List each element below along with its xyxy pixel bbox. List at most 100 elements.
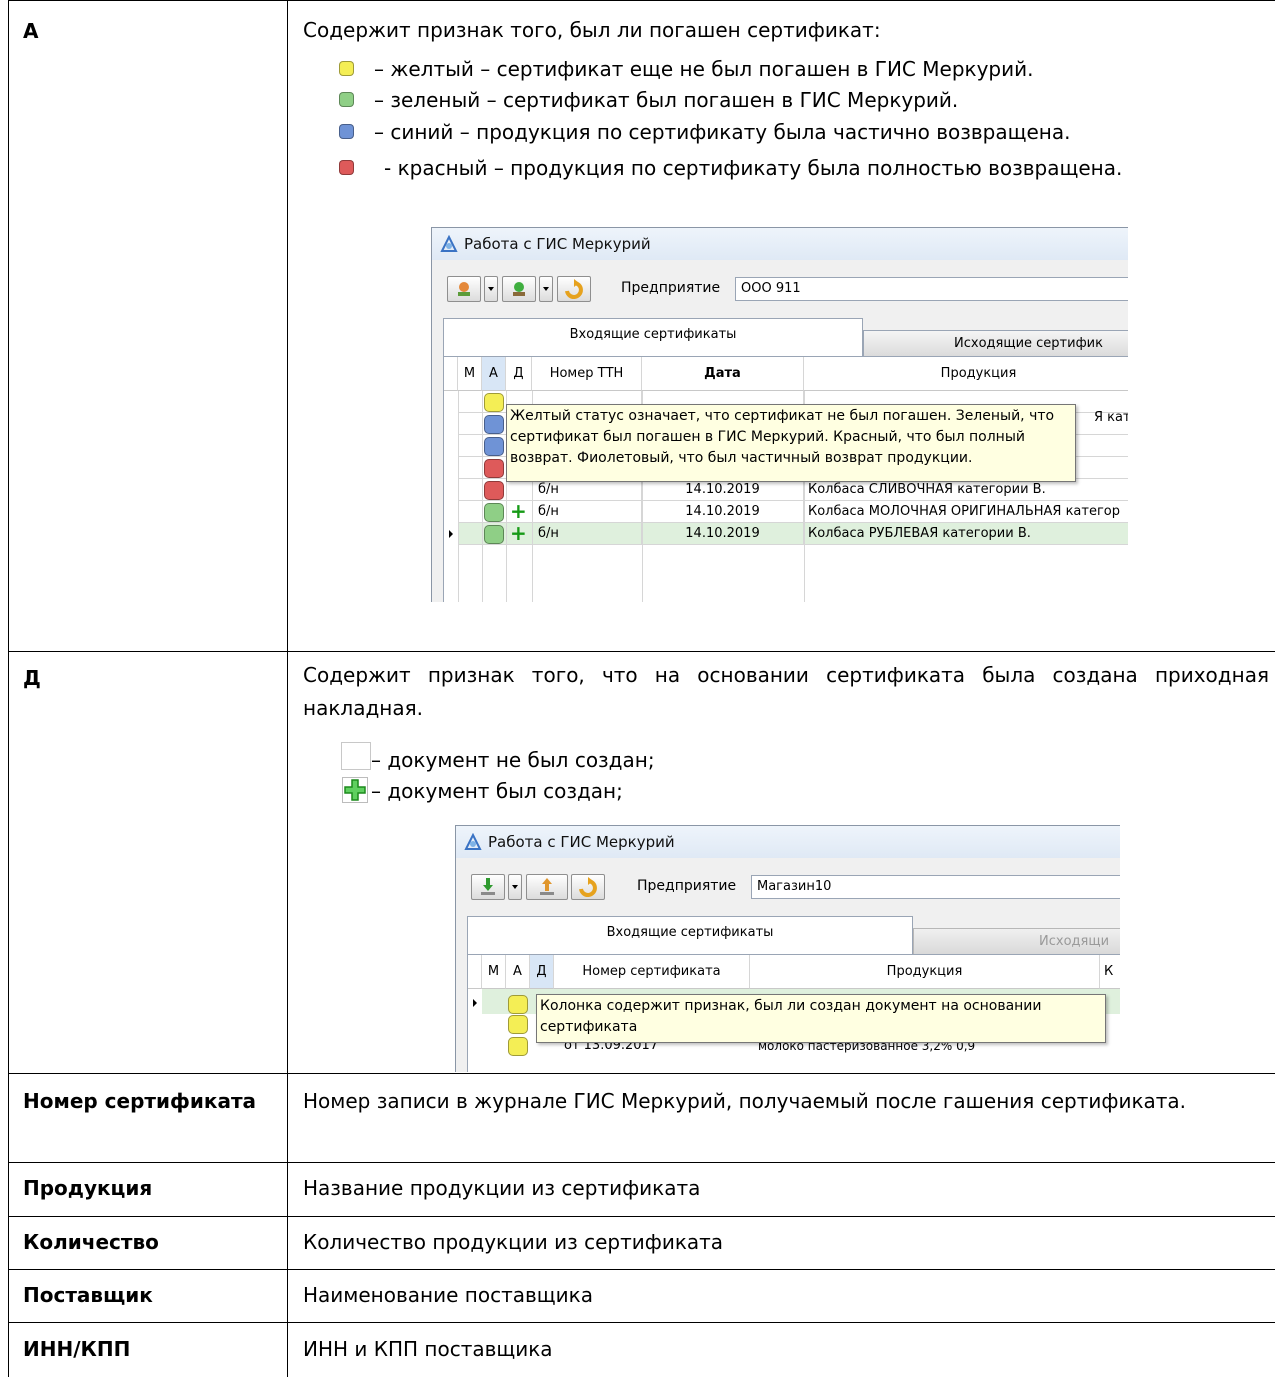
download-button[interactable]: [471, 874, 505, 900]
column-product[interactable]: Продукция: [804, 357, 1128, 391]
term-cell: Д: [8, 651, 288, 1073]
status-red-icon: [484, 459, 504, 478]
enterprise-field[interactable]: ООО 911: [735, 277, 1128, 301]
status-blue-icon: [484, 415, 504, 434]
window-title: Работа с ГИС Меркурий: [464, 235, 651, 253]
status-green-icon: [484, 503, 504, 522]
grid-column-line: [458, 391, 459, 602]
tab-incoming[interactable]: Входящие сертификаты: [443, 318, 863, 356]
product-cell: Колбаса СЛИВОЧНАЯ категории В.: [804, 479, 1128, 501]
current-row-marker: [449, 530, 453, 538]
desc-cell: ИНН и КПП поставщика: [288, 1322, 1275, 1377]
desc-cell: Содержит признак того, был ли погашен се…: [288, 0, 1275, 651]
term-cell: Продукция: [8, 1162, 288, 1216]
upload-dropdown-button[interactable]: [484, 276, 498, 302]
window-titlebar: Работа с ГИС Меркурий: [456, 826, 1120, 858]
window-titlebar: Работа с ГИС Меркурий: [432, 228, 1128, 260]
status-yellow-icon: [508, 995, 528, 1014]
column-m[interactable]: М: [458, 357, 482, 391]
download-icon: [481, 878, 495, 895]
current-row-marker: [473, 999, 477, 1007]
column-a[interactable]: А: [482, 357, 506, 391]
column-product[interactable]: Продукция: [750, 955, 1100, 989]
term-d: Д: [23, 666, 41, 690]
desc-inn: ИНН и КПП поставщика: [303, 1337, 553, 1361]
term-supplier: Поставщик: [23, 1283, 153, 1307]
certificates-grid: М А Д Номер сертификата Продукция К от 1…: [467, 954, 1120, 1072]
term-a: А: [23, 19, 39, 43]
document-created-plus-icon: +: [510, 521, 527, 545]
mercury-window-2: Работа с ГИС Меркурий Предприятие Магази…: [455, 825, 1120, 1072]
status-tooltip-text: Желтый статус означает, что сертификат н…: [510, 408, 1055, 466]
download-button[interactable]: [502, 276, 536, 302]
refresh-icon: [565, 279, 583, 299]
refresh-icon: [579, 877, 597, 897]
refresh-button[interactable]: [557, 276, 591, 302]
legend-not-created: – документ не был создан;: [371, 748, 655, 772]
enterprise-field[interactable]: Магазин10: [751, 875, 1120, 899]
tab-outgoing[interactable]: Исходящи: [913, 928, 1120, 956]
desc-product: Название продукции из сертификата: [303, 1176, 701, 1200]
upload-button[interactable]: [447, 276, 481, 302]
refresh-button[interactable]: [571, 874, 605, 900]
column-quantity[interactable]: К: [1100, 955, 1120, 989]
tab-incoming[interactable]: Входящие сертификаты: [467, 916, 913, 954]
term-quantity: Количество: [23, 1230, 159, 1254]
column-d[interactable]: Д: [530, 955, 554, 989]
status-yellow-icon: [508, 1015, 528, 1034]
term-inn: ИНН/КПП: [23, 1337, 131, 1361]
status-green-icon: [484, 525, 504, 544]
status-yellow-icon: [508, 1037, 528, 1056]
term-cell: А: [8, 0, 288, 651]
tab-outgoing[interactable]: Исходящие сертифик: [863, 330, 1128, 358]
status-blue-icon: [484, 437, 504, 456]
desc-cell: Наименование поставщика: [288, 1269, 1275, 1322]
ttn-number-cell: б/н: [532, 523, 642, 545]
term-cell: Поставщик: [8, 1269, 288, 1322]
column-date[interactable]: Дата: [642, 357, 804, 391]
column-d-tooltip-text: Колонка содержит признак, был ли создан …: [540, 998, 1042, 1035]
date-cell: 14.10.2019: [642, 479, 804, 501]
date-cell: 14.10.2019: [642, 501, 804, 523]
legend-blue: – синий – продукция по сертификату была …: [374, 120, 1071, 144]
upload-button[interactable]: [526, 874, 568, 900]
legend-red: - красный – продукция по сертификату был…: [384, 156, 1123, 180]
grid-indicator-header: [444, 357, 458, 391]
status-tooltip: Желтый статус означает, что сертификат н…: [506, 404, 1076, 482]
blue-swatch-icon: [339, 124, 354, 139]
empty-box-icon: [341, 742, 371, 770]
certificates-grid: М А Д Номер ТТН Дата Продукция б/н 14.10.…: [443, 356, 1128, 602]
download-dropdown-button[interactable]: [539, 276, 553, 302]
mercury-logo-icon: [464, 833, 482, 850]
column-d-tooltip: Колонка содержит признак, был ли создан …: [536, 994, 1106, 1043]
product-cell: Колбаса РУБЛЕВАЯ категории В.: [804, 523, 1128, 545]
date-cell: 14.10.2019: [642, 523, 804, 545]
status-red-icon: [484, 481, 504, 500]
row-certificate-number: Номер сертификата Номер записи в журнале…: [8, 1073, 1275, 1162]
product-cell: Колбаса МОЛОЧНАЯ ОРИГИНАЛЬНАЯ категор: [804, 501, 1128, 523]
upload-icon: [540, 878, 554, 895]
row-product: Продукция Название продукции из сертифик…: [8, 1162, 1275, 1216]
window-body: Предприятие Магазин10 Входящие сертифика…: [456, 858, 1120, 1072]
legend-yellow: – желтый – сертификат еще не был погашен…: [374, 57, 1034, 81]
download-dropdown-button[interactable]: [508, 874, 522, 900]
desc-a-intro: Содержит признак того, был ли погашен се…: [303, 18, 881, 42]
ttn-number-cell: б/н: [532, 479, 642, 501]
column-a[interactable]: А: [506, 955, 530, 989]
term-certificate-number: Номер сертификата: [23, 1089, 257, 1113]
column-d[interactable]: Д: [506, 357, 532, 391]
upload-icon: [458, 282, 470, 296]
column-ttn-number[interactable]: Номер ТТН: [532, 357, 642, 391]
column-certificate-number[interactable]: Номер сертификата: [554, 955, 750, 989]
legend-green: – зеленый – сертификат был погашен в ГИС…: [374, 88, 959, 112]
row-a: А Содержит признак того, был ли погашен …: [8, 0, 1275, 651]
document-created-plus-icon: +: [510, 499, 527, 523]
window-body: Предприятие ООО 911 Входящие сертификаты…: [432, 260, 1128, 602]
desc-cell: Количество продукции из сертификата: [288, 1216, 1275, 1269]
term-cell: Номер сертификата: [8, 1073, 288, 1162]
grid-indicator-header: [468, 955, 482, 989]
legend-created: – документ был создан;: [371, 779, 623, 803]
mercury-window-1: Работа с ГИС Меркурий Предприятие ООО 91…: [431, 227, 1128, 602]
column-m[interactable]: М: [482, 955, 506, 989]
desc-cell: Содержит признак того, что на основании …: [288, 651, 1275, 1073]
